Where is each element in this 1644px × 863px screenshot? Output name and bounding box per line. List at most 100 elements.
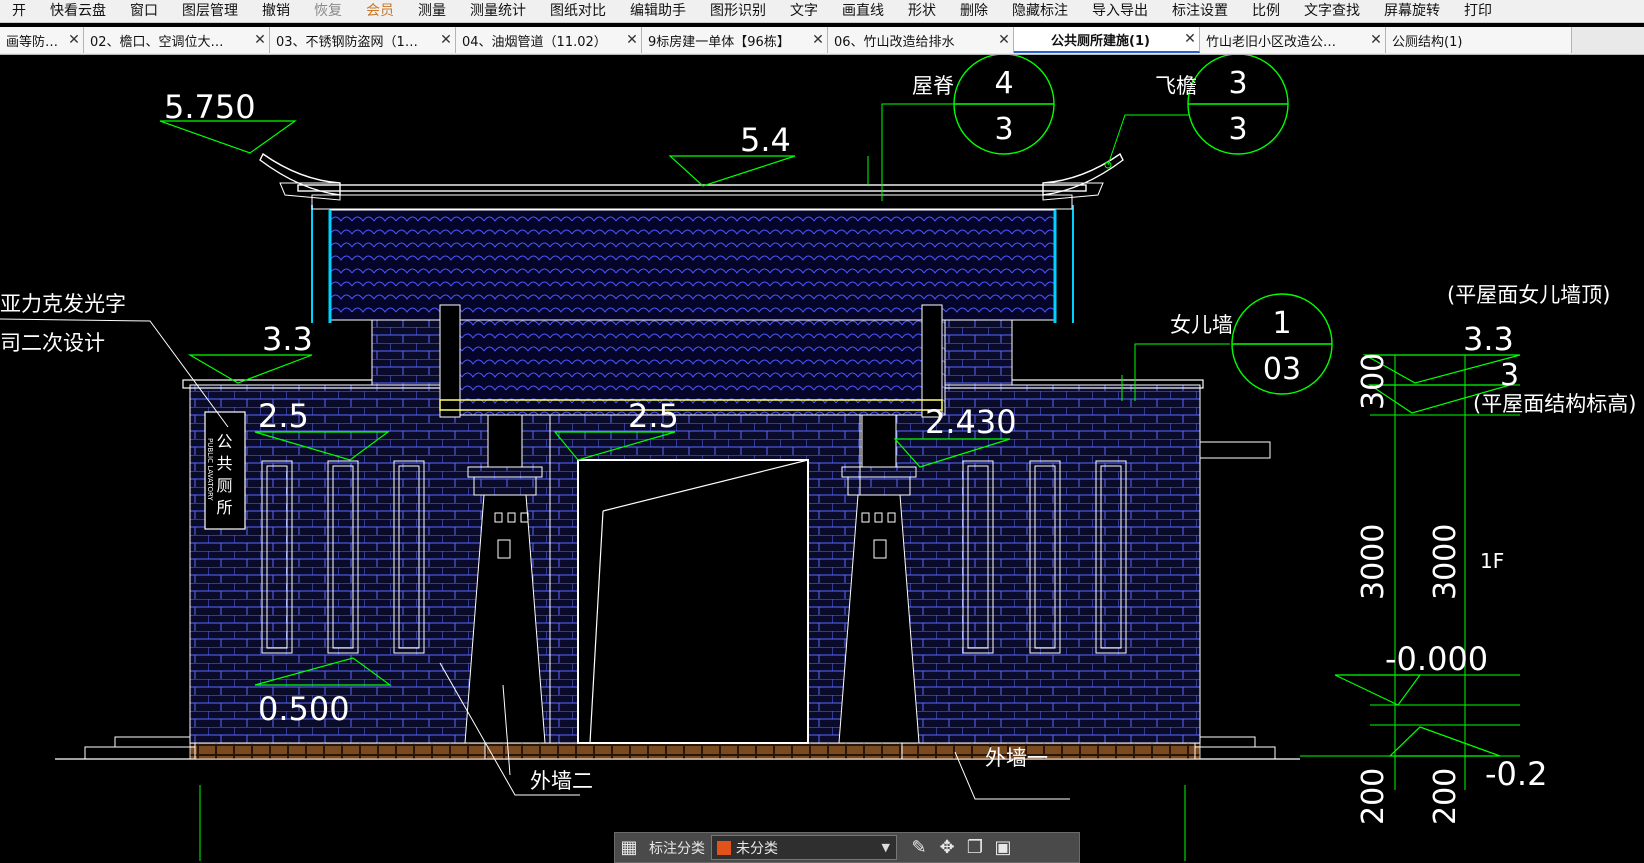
document-tab[interactable]: 06、竹山改造给排水 ✕ — [828, 27, 1014, 53]
bubble-parapet-top: 1 — [1272, 306, 1291, 341]
menu-item-15[interactable]: 删除 — [948, 0, 1000, 22]
document-tab[interactable]: 04、油烟管道（11.02） ✕ — [456, 27, 642, 53]
label-parapet-top: (平屋面女儿墙顶) — [1447, 283, 1610, 307]
paste-icon[interactable]: ▣ — [989, 834, 1017, 862]
elev-marker-54 — [668, 155, 796, 187]
elev-text-2430: 2.430 — [925, 403, 1017, 441]
bubble-ridge-bottom: 3 — [994, 112, 1013, 147]
elev-text-54: 5.4 — [740, 121, 791, 159]
close-icon[interactable]: ✕ — [251, 32, 269, 48]
annotation-category-select[interactable]: 未分类 ▼ — [711, 835, 897, 860]
elev-text-0500: 0.500 — [258, 690, 350, 728]
label-parapet: 女儿墙 — [1170, 313, 1233, 337]
tab-label: 06、竹山改造给排水 — [834, 34, 955, 50]
menu-item-10[interactable]: 编辑助手 — [618, 0, 698, 22]
tab-label: 公共厕所建施(1) — [1051, 33, 1150, 49]
document-tab[interactable]: 公共厕所建施(1) ✕ — [1014, 27, 1200, 53]
dim-text-200-b: 200 — [1428, 768, 1463, 825]
elev-text-33-right: 3.3 — [1463, 320, 1514, 358]
menu-item-1[interactable]: 快看云盘 — [38, 0, 118, 22]
label-ridge: 屋脊 — [912, 74, 954, 98]
menu-item-8[interactable]: 测量统计 — [458, 0, 538, 22]
eave-beam — [311, 194, 1073, 210]
menu-item-13[interactable]: 画直线 — [830, 0, 896, 22]
tab-label: 04、油烟管道（11.02） — [462, 34, 607, 50]
close-icon[interactable]: ✕ — [995, 32, 1013, 48]
menu-item-7[interactable]: 测量 — [406, 0, 458, 22]
step-right — [1194, 746, 1276, 760]
annotation-category-label: 标注分类 — [649, 840, 705, 857]
step-right-upper — [1194, 736, 1256, 748]
dim-text-3000-b: 3000 — [1428, 524, 1463, 600]
close-icon[interactable]: ✕ — [1367, 32, 1385, 48]
chevron-down-icon: ▼ — [881, 841, 890, 854]
pillar-left-top — [487, 414, 523, 468]
menu-item-18[interactable]: 标注设置 — [1160, 0, 1240, 22]
document-tab[interactable]: 公厕结构(1) — [1386, 27, 1572, 53]
elev-text-33-left: 3.3 — [262, 320, 313, 358]
document-tab-bar: 画等防… ✕ 02、檐口、空调位大… ✕ 03、不锈钢防盗网（1… ✕ 04、油烟管道（11… — [0, 27, 1644, 55]
menu-bar: 开快看云盘 窗口 图层管理 撤销 恢复 会员 测量 测量统计 图纸对比 编辑助手 图形识别 文字 画直线… — [0, 0, 1644, 23]
step-left — [84, 746, 196, 760]
roof-tiles-upper — [329, 209, 1056, 321]
elev-marker-neg02 — [1388, 726, 1501, 757]
cad-drawing[interactable]: 5.750 5.4 3.3 2.5 2.5 2.430 0.500 3.3 3 … — [0, 55, 1644, 861]
ridge-beam — [297, 184, 1087, 192]
menu-item-11[interactable]: 图形识别 — [698, 0, 778, 22]
label-wall-2: 外墙二 — [530, 769, 593, 793]
cad-drawing-canvas[interactable]: 5.750 5.4 3.3 2.5 2.5 2.430 0.500 3.3 3 … — [0, 55, 1644, 861]
menu-item-19[interactable]: 比例 — [1240, 0, 1292, 22]
edit-icon[interactable]: ✎ — [905, 834, 933, 862]
tab-label: 竹山老旧小区改造公… — [1206, 34, 1337, 50]
tab-label: 画等防… — [6, 34, 59, 50]
menu-item-0[interactable]: 开 — [0, 0, 38, 22]
dim-text-300: 300 — [1356, 353, 1391, 410]
move-icon[interactable]: ✥ — [933, 834, 961, 862]
tab-label: 02、檐口、空调位大… — [90, 34, 224, 50]
document-tab[interactable]: 02、檐口、空调位大… ✕ — [84, 27, 270, 53]
menu-item-9[interactable]: 图纸对比 — [538, 0, 618, 22]
dim-text-200-a: 200 — [1356, 768, 1391, 825]
menu-item-22[interactable]: 打印 — [1452, 0, 1504, 22]
close-icon[interactable]: ✕ — [65, 32, 83, 48]
annotation-toolbar: ▦ 标注分类 未分类 ▼ ✎ ✥ ❐ ▣ — [614, 832, 1080, 863]
wall-stub — [1199, 441, 1271, 459]
menu-item-12[interactable]: 文字 — [778, 0, 830, 22]
document-tab[interactable]: 03、不锈钢防盗网（1… ✕ — [270, 27, 456, 53]
copy-icon[interactable]: ❐ — [961, 834, 989, 862]
close-icon[interactable]: ✕ — [809, 32, 827, 48]
elev-text-neg02: -0.2 — [1485, 755, 1547, 793]
menu-item-4[interactable]: 撤销 — [250, 0, 302, 22]
elev-text-25-left: 2.5 — [258, 397, 309, 435]
menu-item-5[interactable]: 恢复 — [302, 0, 354, 22]
flying-eave-right — [1042, 152, 1124, 196]
category-select-value: 未分类 — [736, 840, 778, 857]
document-tab[interactable]: 画等防… ✕ — [0, 27, 84, 53]
flying-eave-left — [259, 152, 341, 196]
bubble-parapet-bottom: 03 — [1263, 352, 1301, 387]
menu-item-20[interactable]: 文字查找 — [1292, 0, 1372, 22]
grid-menu-icon[interactable]: ▦ — [615, 834, 643, 862]
menu-item-16[interactable]: 隐藏标注 — [1000, 0, 1080, 22]
elev-marker-33-left — [187, 354, 313, 384]
menu-item-14[interactable]: 形状 — [896, 0, 948, 22]
tab-label: 公厕结构(1) — [1392, 34, 1463, 50]
menu-item-21[interactable]: 屏幕旋转 — [1372, 0, 1452, 22]
menu-item-3[interactable]: 图层管理 — [170, 0, 250, 22]
close-icon[interactable]: ✕ — [623, 32, 641, 48]
document-tab[interactable]: 竹山老旧小区改造公… ✕ — [1200, 27, 1386, 53]
elev-text-3: 3 — [1500, 358, 1519, 393]
elev-text-5750: 5.750 — [164, 88, 256, 126]
flying-eave-leader — [1107, 114, 1190, 166]
document-tab[interactable]: 9标房建一单体【96栋】 ✕ — [642, 27, 828, 53]
menu-item-2[interactable]: 窗口 — [118, 0, 170, 22]
close-icon[interactable]: ✕ — [437, 32, 455, 48]
bubble-eave-bottom: 3 — [1228, 112, 1247, 147]
menu-item-6[interactable]: 会员 — [354, 0, 406, 22]
label-secondary-design: 司二次设计 — [0, 331, 105, 355]
menu-item-17[interactable]: 导入导出 — [1080, 0, 1160, 22]
label-struct-elev: (平屋面结构标高) — [1473, 392, 1636, 416]
dim-text-3000-a: 3000 — [1356, 524, 1391, 600]
bubble-ridge-top: 4 — [994, 66, 1013, 101]
close-icon[interactable]: ✕ — [1181, 31, 1199, 47]
